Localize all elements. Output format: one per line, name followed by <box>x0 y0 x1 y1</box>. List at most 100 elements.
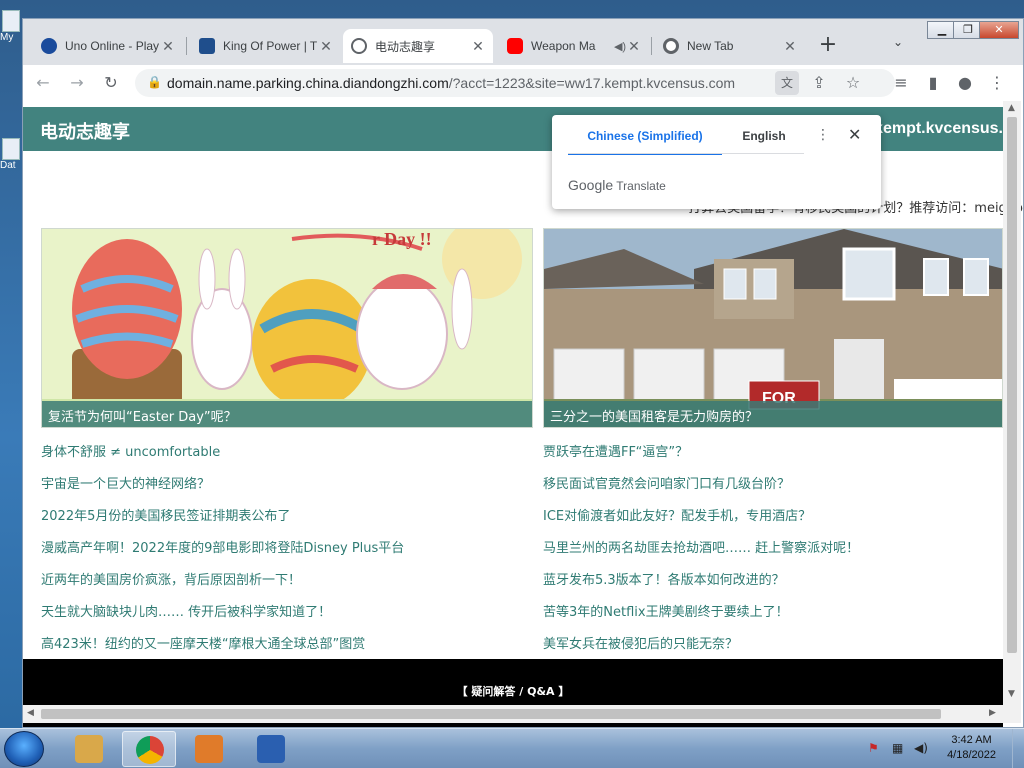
file-explorer-button[interactable] <box>62 731 116 767</box>
article-link[interactable]: 宇宙是一个巨大的神经网络？ <box>41 473 210 492</box>
tab-divider <box>651 37 652 55</box>
close-icon[interactable]: ✕ <box>627 38 641 55</box>
tab-title: 电动志趣享 <box>375 39 436 54</box>
tab-uno-online[interactable]: Uno Online - Play ✕ <box>33 29 183 63</box>
tab-king-of-power[interactable]: King Of Power | T ✕ <box>191 29 341 63</box>
powershell-button[interactable] <box>244 731 298 767</box>
powershell-icon <box>257 735 285 763</box>
close-icon[interactable]: ✕ <box>783 38 797 55</box>
footer-qa-link[interactable]: 【 疑问解答 / Q&A 】 <box>23 683 1003 699</box>
computer-icon[interactable]: My <box>0 10 22 43</box>
speaker-icon[interactable]: ◀) <box>613 40 627 53</box>
volume-icon[interactable]: ◀) <box>914 741 928 755</box>
tab-search-button[interactable]: ⌄ <box>893 35 903 49</box>
vertical-scroll-thumb[interactable] <box>1007 117 1017 653</box>
start-button[interactable] <box>4 731 44 767</box>
featured-card-easter[interactable]: r Day !! 复活节为何叫“Easter Day”呢？ <box>41 228 533 428</box>
desktop-icon-label: My <box>0 32 14 43</box>
clock-time: 3:42 AM <box>951 734 992 746</box>
back-icon[interactable]: ← <box>31 71 55 95</box>
divider <box>568 153 804 154</box>
url-text[interactable]: domain.name.parking.china.diandongzhi.co… <box>167 75 735 91</box>
article-link[interactable]: 移民面试官竟然会问咱家门口有几级台阶？ <box>543 473 790 492</box>
article-link[interactable]: 蓝牙发布5.3版本了！各版本如何改进的？ <box>543 569 785 588</box>
tab-diandongzhi[interactable]: 电动志趣享 ✕ <box>343 29 493 63</box>
bookmark-star-icon[interactable]: ☆ <box>841 71 865 95</box>
egg-sign-text: r Day !! <box>372 229 432 249</box>
youtube-icon <box>507 38 523 54</box>
desktop-icon-label: Dat <box>0 160 16 171</box>
reading-list-icon[interactable]: ≡ <box>889 71 913 95</box>
scroll-down-icon[interactable]: ▼ <box>1008 689 1015 699</box>
tab-new-tab[interactable]: New Tab ✕ <box>655 29 805 63</box>
tab-weapon[interactable]: Weapon Ma ◀) ✕ <box>499 29 649 63</box>
browser-toolbar: ← → ↻ 🔒 domain.name.parking.china.diando… <box>23 65 1023 101</box>
scroll-left-icon[interactable]: ◀ <box>27 708 34 718</box>
show-desktop-button[interactable] <box>1012 729 1024 768</box>
network-icon[interactable]: ▦ <box>892 741 906 755</box>
article-link[interactable]: 贾跃亭在遭遇FF“逼宫”？ <box>543 441 688 460</box>
translate-popup: Chinese (Simplified) English ⋮ ✕ Google … <box>552 115 881 209</box>
card-caption: 三分之一的美国租客是无力购房的？ <box>544 401 1002 427</box>
horizontal-scrollbar[interactable]: ◀ ▶ <box>23 705 1021 723</box>
forward-icon[interactable]: → <box>65 71 89 95</box>
close-icon[interactable]: ✕ <box>848 125 861 144</box>
article-link[interactable]: 漫威高产年啊！2022年度的9部电影即将登陆Disney Plus平台 <box>41 537 404 556</box>
horizontal-scroll-thumb[interactable] <box>41 709 941 719</box>
article-link[interactable]: 苦等3年的Netflix王牌美剧终于要续上了！ <box>543 601 789 620</box>
data-icon-image <box>2 138 20 160</box>
file-explorer-icon <box>75 735 103 763</box>
address-bar[interactable]: 🔒 domain.name.parking.china.diandongzhi.… <box>135 69 895 97</box>
uno-favicon-icon <box>41 38 57 54</box>
media-player-button[interactable] <box>182 731 236 767</box>
new-tab-button[interactable]: + <box>815 33 841 59</box>
action-center-icon[interactable]: ⚑ <box>868 741 882 755</box>
article-link[interactable]: 身体不舒服 ≠ uncomfortable <box>41 441 220 460</box>
article-link[interactable]: ICE对偷渡者如此友好？配发手机，专用酒店？ <box>543 505 811 524</box>
article-link[interactable]: 美军女兵在被侵犯后的只能无奈？ <box>543 633 738 652</box>
translate-target-tab[interactable]: English <box>726 129 802 155</box>
scroll-up-icon[interactable]: ▲ <box>1008 103 1015 113</box>
article-link[interactable]: 马里兰州的两名劫匪去抢劫酒吧…… 赶上警察派对呢！ <box>543 537 859 556</box>
close-icon[interactable]: ✕ <box>161 38 175 55</box>
close-icon[interactable]: ✕ <box>319 38 333 55</box>
vertical-scrollbar[interactable]: ▲ ▼ <box>1003 101 1021 705</box>
scroll-right-icon[interactable]: ▶ <box>989 708 996 718</box>
computer-icon-image <box>2 10 20 32</box>
translate-icon[interactable]: 文 <box>775 71 799 95</box>
menu-kebab-icon[interactable]: ⋮ <box>985 71 1009 95</box>
clock-date: 4/18/2022 <box>947 749 996 761</box>
easter-illustration: r Day !! <box>42 229 532 427</box>
close-icon[interactable]: ✕ <box>471 38 485 55</box>
data-icon[interactable]: Dat <box>0 138 22 171</box>
tab-strip: ▁ ❐ ✕ Uno Online - Play ✕ King Of Power … <box>23 19 1023 65</box>
article-link[interactable]: 天生就大脑缺块儿肉…… 传开后被科学家知道了！ <box>41 601 331 620</box>
browser-window: ▁ ❐ ✕ Uno Online - Play ✕ King Of Power … <box>22 18 1024 728</box>
tab-title: Weapon Ma <box>531 39 596 53</box>
article-link[interactable]: 高423米！纽约的又一座摩天楼“摩根大通全球总部”图赏 <box>41 633 365 652</box>
profile-avatar-icon[interactable]: ● <box>953 71 977 95</box>
card-caption: 复活节为何叫“Easter Day”呢？ <box>42 401 532 427</box>
more-options-icon[interactable]: ⋮ <box>816 127 830 143</box>
chrome-taskbar-button[interactable] <box>122 731 176 767</box>
featured-card-house[interactable]: FOR 三分之一的美国租客是无力购房的？ <box>543 228 1003 428</box>
google-translate-brand: Google Translate <box>568 177 666 193</box>
house-photo: FOR <box>544 229 1002 427</box>
article-link[interactable]: 2022年5月份的美国移民签证排期表公布了 <box>41 505 290 524</box>
system-clock[interactable]: 3:42 AM 4/18/2022 <box>947 733 996 763</box>
lock-icon[interactable]: 🔒 <box>147 75 162 89</box>
translate-source-tab[interactable]: Chinese (Simplified) <box>568 129 722 155</box>
side-panel-icon[interactable]: ▮ <box>921 71 945 95</box>
article-link[interactable]: 近两年的美国房价疯涨，背后原因剖析一下！ <box>41 569 301 588</box>
reload-icon[interactable]: ↻ <box>99 71 123 95</box>
chrome-icon <box>663 38 679 54</box>
king-of-power-favicon-icon <box>199 38 215 54</box>
header-domain-text: kempt.kvcensus. <box>874 120 1003 137</box>
share-icon[interactable]: ⇪ <box>807 71 831 95</box>
page-viewport: 电动志趣享 kempt.kvcensus. 打算去美国留学？有移民美国的计划？推… <box>23 101 1023 727</box>
tab-divider <box>186 37 187 55</box>
site-title[interactable]: 电动志趣享 <box>40 118 130 144</box>
globe-icon <box>351 38 367 54</box>
close-window-button[interactable]: ✕ <box>979 21 1019 39</box>
media-player-icon <box>195 735 223 763</box>
